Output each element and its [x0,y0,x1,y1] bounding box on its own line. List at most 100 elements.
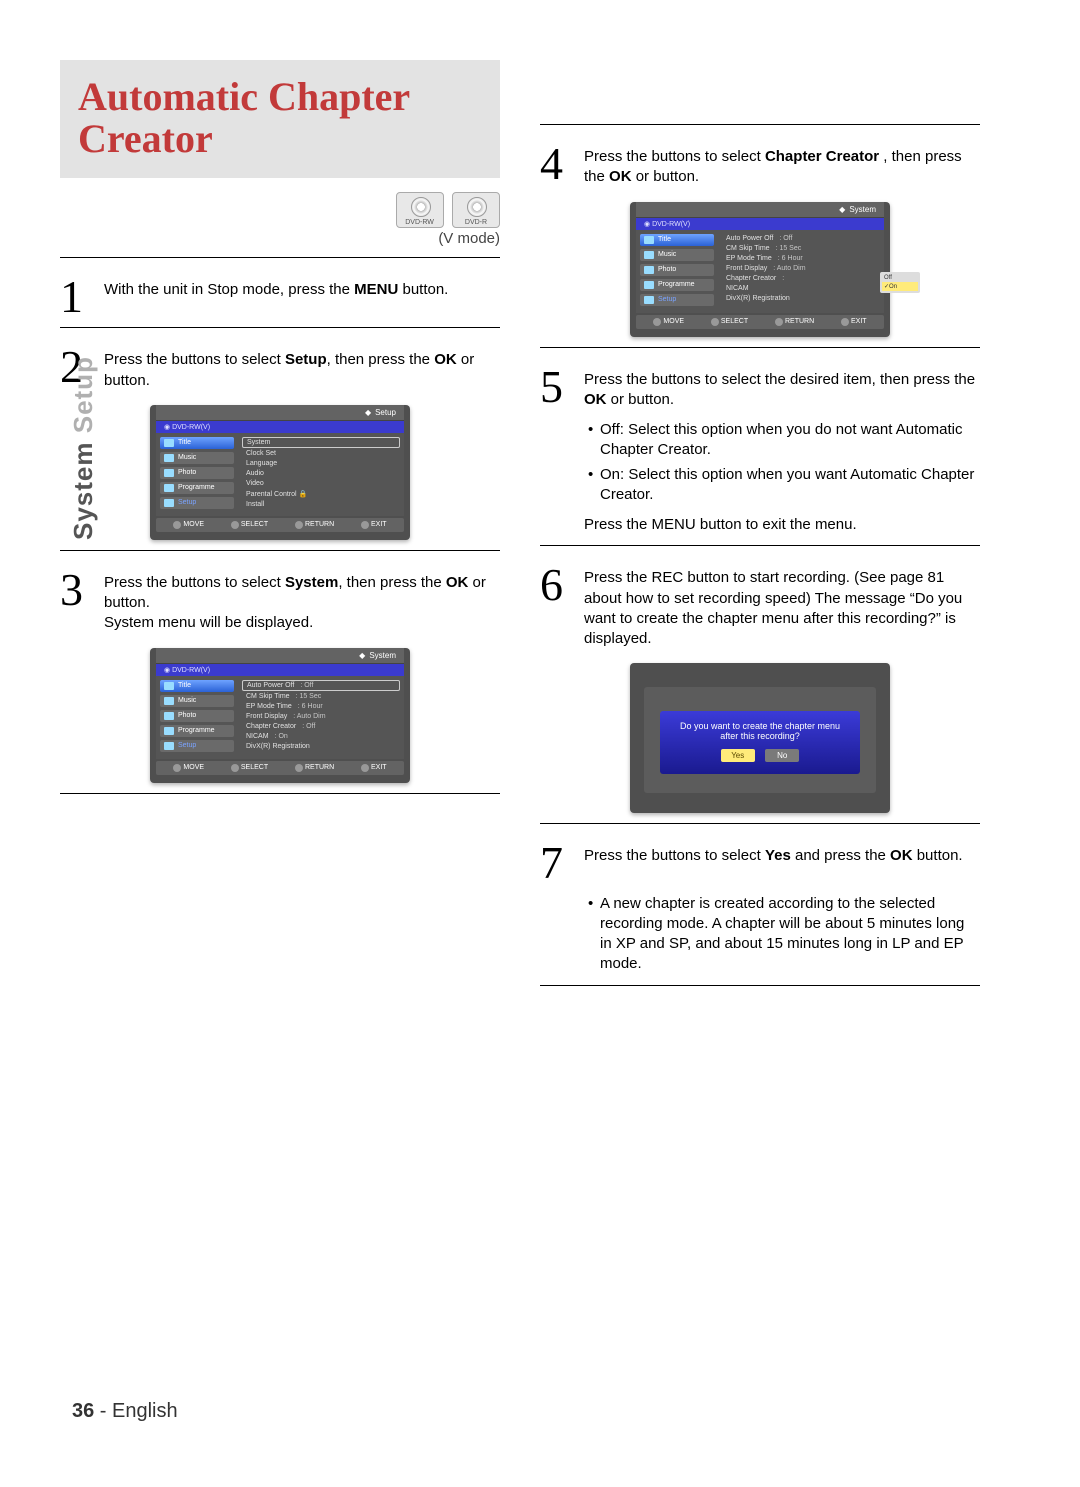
sidebar-item-photo[interactable]: Photo [160,710,234,722]
photo-icon [164,712,174,720]
page-content: Automatic Chapter Creator DVD-RW DVD-R (… [0,0,1080,1044]
disc-icon: ◉ [164,424,172,431]
footer-label: SELECT [241,521,268,528]
bullet-list: Off: Select this option when you do not … [574,420,980,505]
sidebar-item-setup[interactable]: Setup [160,740,234,752]
setup-icon [164,499,174,507]
term: MENU [354,281,398,298]
menu-opt[interactable]: Audio [242,469,400,478]
menu-kv[interactable]: EP Mode Time: 6 Hour [722,254,880,263]
menu-opt[interactable]: Install [242,500,400,509]
menu-kv[interactable]: Auto Power Off: Off [242,680,400,691]
sidebar-item-programme[interactable]: Programme [160,725,234,737]
menu-kv[interactable]: DivX(R) Registration [722,294,880,303]
ss-header-text: Setup [375,408,396,417]
sidebar-item-programme[interactable]: Programme [160,482,234,494]
list-item: On: Select this option when you want Aut… [588,465,980,506]
term: OK [446,574,469,591]
ss-sidebar: Title Music Photo Programme Setup [636,230,718,313]
sidebar-item-music[interactable]: Music [160,695,234,707]
ss-footer: MOVE SELECT RETURN EXIT [636,315,884,329]
move-icon [653,318,661,326]
left-column: Automatic Chapter Creator DVD-RW DVD-R (… [60,60,500,1004]
footer-label: SELECT [721,318,748,325]
photo-icon [164,469,174,477]
step-number: 5 [540,366,574,411]
step-body: Press the buttons to select System, then… [104,569,500,634]
text: , then press the [327,351,435,368]
rule [540,347,980,348]
ss-header-text: System [849,205,876,214]
menu-kv[interactable]: EP Mode Time: 6 Hour [242,702,400,711]
setup-icon [644,296,654,304]
menu-kv[interactable]: NICAM: On [242,732,400,741]
menu-kv[interactable]: Chapter Creator: Off [242,722,400,731]
text: System menu will be displayed. [104,614,313,631]
sidebar-item-title[interactable]: Title [160,680,234,692]
step-4: 4 Press the buttons to select Chapter Cr… [540,143,980,188]
sidebar-item-photo[interactable]: Photo [640,264,714,276]
step-3: 3 Press the buttons to select System, th… [60,569,500,634]
step-body: Press the buttons to select Yes and pres… [584,842,963,883]
sidebar-item-title[interactable]: Title [640,234,714,246]
screenshot-system-menu: ◆System ◉ DVD-RW(V) Title Music Photo Pr… [150,648,410,783]
dropdown-on[interactable]: ✓On [882,282,918,291]
menu-kv[interactable]: NICAM [722,284,880,293]
text: With the unit in Stop mode, press the [104,281,354,298]
text: button. [398,281,448,298]
sidebar-item-programme[interactable]: Programme [640,279,714,291]
menu-opt[interactable]: System [242,437,400,448]
disc-dvd-r-icon: DVD-R [452,192,500,228]
ss-options: Auto Power Off: Off CM Skip Time: 15 Sec… [238,676,404,759]
dialog-box: Do you want to create the chapter menu a… [660,711,860,774]
menu-opt[interactable]: Clock Set [242,449,400,458]
text: Press the MENU button to exit the menu. [584,515,980,535]
rule [540,545,980,546]
music-icon [164,454,174,462]
diamond-icon: ◆ [839,205,845,214]
dropdown-off[interactable]: Off [882,274,918,282]
menu-kv[interactable]: Auto Power Off: Off [722,234,880,243]
sidebar-item-music[interactable]: Music [160,452,234,464]
menu-kv[interactable]: Front Display: Auto Dim [242,712,400,721]
side-label: System Setup [68,356,99,540]
ss-footer: MOVE SELECT RETURN EXIT [156,518,404,532]
menu-opt[interactable]: Language [242,459,400,468]
yes-button[interactable]: Yes [721,749,755,762]
text: or button. [607,391,675,408]
step-number: 6 [540,564,574,649]
dialog-text: after this recording? [666,731,854,741]
rule [60,257,500,258]
menu-kv[interactable]: DivX(R) Registration [242,742,400,751]
sidebar-item-photo[interactable]: Photo [160,467,234,479]
sidebar-item-setup[interactable]: Setup [160,497,234,509]
side-label-system: System [68,442,98,541]
sidebar-item-setup[interactable]: Setup [640,294,714,306]
step-1: 1 With the unit in Stop mode, press the … [60,276,500,317]
title-icon [164,682,174,690]
sidebar-item-music[interactable]: Music [640,249,714,261]
menu-opt[interactable]: Video [242,479,400,488]
menu-kv[interactable]: CM Skip Time: 15 Sec [722,244,880,253]
text: Press the buttons to select [584,148,765,165]
text: and press the [791,847,890,864]
disc-row: DVD-RW DVD-R [60,192,500,228]
page-title: Automatic Chapter Creator [78,76,482,160]
menu-kv-chapter-creator[interactable]: Chapter Creator: Off ✓On [722,274,880,283]
ss-sidebar: Title Music Photo Programme Setup [156,433,238,516]
step-5: 5 Press the buttons to select the desire… [540,366,980,411]
screenshot-dialog: Do you want to create the chapter menu a… [630,663,890,813]
menu-kv[interactable]: CM Skip Time: 15 Sec [242,692,400,701]
step-2: 2 Press the buttons to select Setup, the… [60,346,500,391]
programme-icon [164,484,174,492]
no-button[interactable]: No [765,749,799,762]
dropdown[interactable]: Off ✓On [880,272,920,293]
footer-label: EXIT [851,318,867,325]
programme-icon [644,281,654,289]
title-icon [164,439,174,447]
sidebar-item-title[interactable]: Title [160,437,234,449]
rule [540,823,980,824]
menu-kv[interactable]: Front Display: Auto Dim [722,264,880,273]
menu-opt[interactable]: Parental Control 🔒 [242,489,400,499]
move-icon [173,521,181,529]
